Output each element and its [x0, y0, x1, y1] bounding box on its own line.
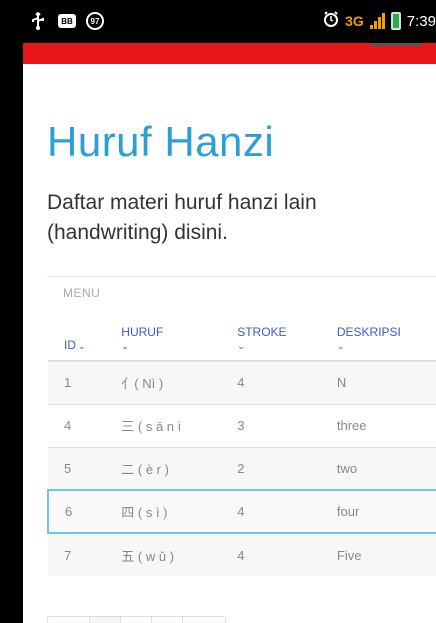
next-page-button[interactable]: → — [183, 617, 225, 623]
cell-stroke: 4 — [221, 532, 321, 576]
column-header-id[interactable]: ID ⌄ — [48, 307, 106, 362]
cell-deskripsi: Five — [320, 532, 436, 576]
table-row[interactable]: 1 亻( Nì ) 4 N — [48, 360, 436, 404]
subtitle-text: Daftar materi huruf hanzi lain (handwrit… — [47, 191, 317, 244]
cell-stroke: 4 — [221, 489, 321, 534]
bbm-icon: BB — [58, 14, 76, 28]
usb-icon — [28, 12, 48, 30]
cell-stroke: 2 — [221, 446, 321, 490]
column-header-stroke[interactable]: STROKE ⌄ — [221, 307, 321, 362]
table-row[interactable]: 5 二 ( è r ) 2 two — [48, 446, 436, 490]
column-label: HURUF — [121, 325, 164, 339]
network-type: 3G — [345, 13, 364, 29]
notification-icon: 97 — [86, 12, 104, 30]
page-3-button[interactable]: 3 — [152, 617, 183, 623]
table-header-row: ID ⌄ HURUF ⌄ STROKE ⌄ DESKRIPSI ⌄ — [48, 307, 436, 362]
page-2-button[interactable]: 2 — [121, 617, 152, 623]
header-tab — [371, 43, 421, 46]
header-bar — [23, 43, 436, 64]
page-title: Huruf Hanzi — [47, 118, 275, 165]
column-header-deskripsi[interactable]: DESKRIPSI ⌄ — [320, 307, 436, 362]
cell-huruf: 二 ( è r ) — [105, 446, 222, 490]
cell-deskripsi: three — [320, 403, 436, 447]
clock: 7:39 — [406, 12, 436, 30]
column-label: STROKE — [237, 325, 287, 339]
cell-id: 1 — [48, 360, 106, 404]
prev-page-button[interactable]: ← — [48, 617, 90, 623]
chevron-down-icon: ⌄ — [78, 341, 86, 351]
column-header-huruf[interactable]: HURUF ⌄ — [105, 307, 222, 362]
cell-stroke: 3 — [221, 403, 321, 447]
cell-deskripsi: four — [320, 489, 436, 534]
pagination: ← 1 2 3 → — [47, 616, 226, 623]
table-row[interactable]: 4 三 ( s ā n ì 3 three — [48, 403, 436, 447]
alarm-icon — [323, 11, 339, 31]
hanzi-table: ID ⌄ HURUF ⌄ STROKE ⌄ DESKRIPSI ⌄ 1 亻( Nì ) … — [46, 307, 436, 576]
app-content: Huruf Hanzi Daftar materi huruf hanzi la… — [23, 43, 436, 623]
cell-deskripsi: N — [320, 360, 436, 404]
cell-huruf: 亻( Nì ) — [105, 360, 222, 404]
divider — [47, 276, 436, 277]
table-row[interactable]: 7 五 ( w ǔ ) 4 Five — [48, 532, 436, 576]
status-bar: BB 97 3G 7:39 — [0, 0, 436, 43]
chevron-down-icon: ⌄ — [237, 341, 245, 351]
cell-deskripsi: two — [320, 446, 436, 490]
battery-icon — [390, 12, 401, 30]
chevron-down-icon: ⌄ — [336, 341, 345, 351]
table-row-selected[interactable]: 6 四 ( s ì ) 4 four — [46, 489, 436, 534]
cell-id: 4 — [48, 403, 106, 447]
chevron-down-icon: ⌄ — [121, 341, 129, 351]
menu-label[interactable]: MENU — [63, 286, 100, 300]
cell-huruf: 五 ( w ǔ ) — [105, 532, 222, 576]
cell-id: 7 — [48, 532, 106, 576]
signal-icon — [369, 13, 385, 29]
cell-huruf: 四 ( s ì ) — [105, 489, 222, 534]
column-label: DESKRIPSI — [336, 325, 401, 339]
page-subtitle[interactable]: Daftar materi huruf hanzi lain (handwrit… — [47, 188, 407, 248]
cell-id: 6 — [46, 489, 106, 534]
page-1-button[interactable]: 1 — [90, 617, 121, 623]
cell-huruf: 三 ( s ā n ì — [105, 403, 222, 447]
cell-id: 5 — [48, 446, 106, 490]
column-label: ID — [64, 338, 76, 352]
cell-stroke: 4 — [221, 360, 321, 404]
